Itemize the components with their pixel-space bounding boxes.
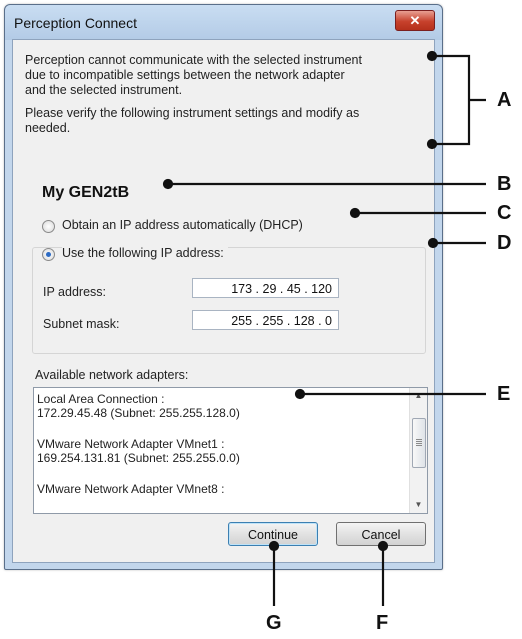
callout-g: G (266, 612, 282, 634)
callout-b: B (497, 173, 512, 195)
callout-lines (162, 50, 486, 606)
callout-d: D (497, 232, 512, 254)
callout-f: F (376, 612, 389, 634)
callout-e: E (497, 383, 511, 405)
callout-c: C (497, 202, 512, 224)
callout-a: A (497, 89, 512, 111)
